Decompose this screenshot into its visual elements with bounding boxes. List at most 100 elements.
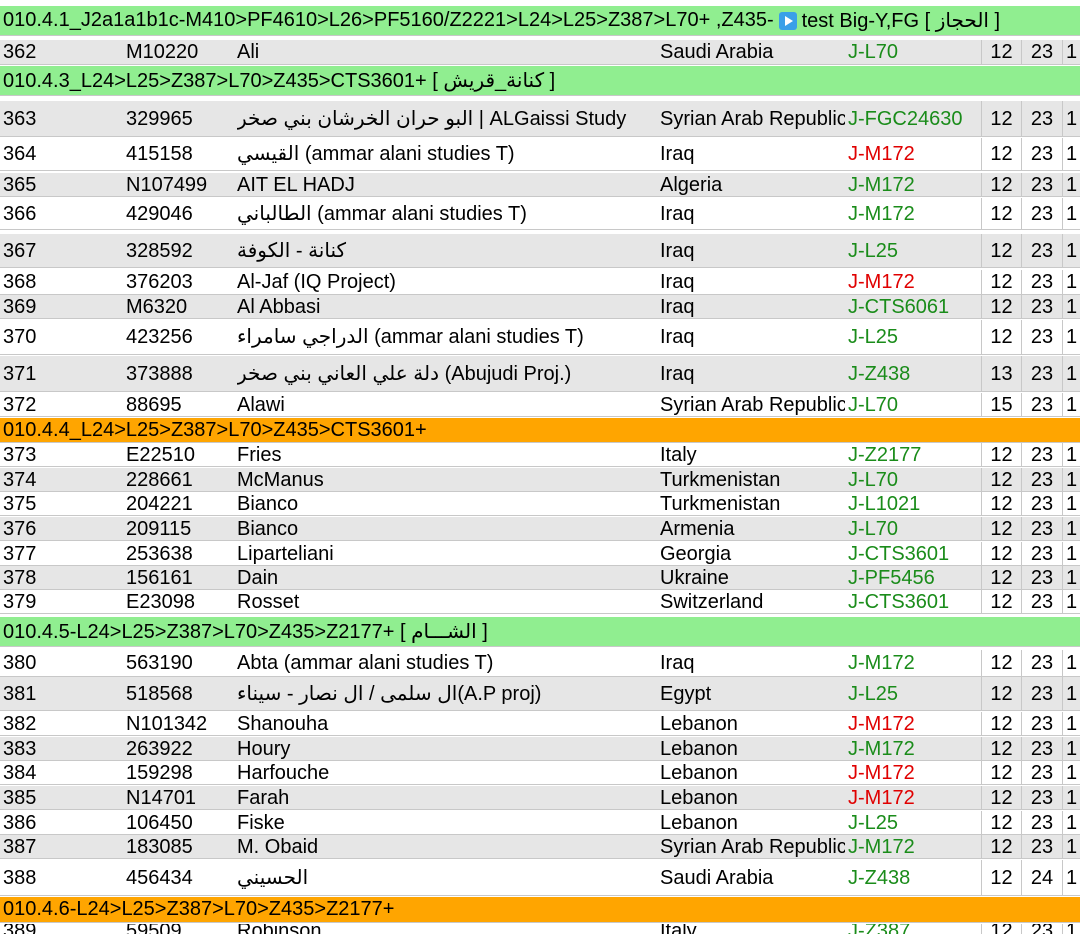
marker-c-cell[interactable]: 1 (1064, 712, 1080, 735)
kit-id-cell[interactable]: 423256 (126, 320, 232, 354)
marker-b-cell[interactable]: 23 (1022, 737, 1063, 760)
marker-c-cell[interactable]: 1 (1064, 542, 1080, 565)
table-row[interactable]: 366 429046 الطالباني (ammar alani studies … (0, 198, 1080, 230)
name-cell[interactable]: M. Obaid (237, 835, 653, 858)
haplogroup-cell[interactable]: J-CTS3601 (848, 590, 978, 613)
country-cell[interactable]: Lebanon (660, 712, 845, 735)
marker-b-cell[interactable]: 23 (1022, 173, 1063, 196)
marker-b-cell[interactable]: 23 (1022, 492, 1063, 515)
table-row[interactable]: 385 N14701 Farah Lebanon J-M172 12 23 1 (0, 786, 1080, 810)
marker-b-cell[interactable]: 23 (1022, 566, 1063, 589)
table-row[interactable]: 374 228661 McManus Turkmenistan J-L70 12 23 1 (0, 468, 1080, 492)
row-number-cell[interactable]: 375 (3, 492, 121, 515)
kit-id-cell[interactable]: 88695 (126, 393, 232, 416)
marker-c-cell[interactable]: 1 (1064, 443, 1080, 466)
marker-a-cell[interactable]: 12 (981, 811, 1022, 834)
row-number-cell[interactable]: 383 (3, 737, 121, 760)
name-cell[interactable]: الطالباني (ammar alani studies T) (237, 198, 653, 229)
marker-c-cell[interactable]: 1 (1064, 737, 1080, 760)
marker-b-cell[interactable]: 23 (1022, 356, 1063, 391)
name-cell[interactable]: Liparteliani (237, 542, 653, 565)
haplogroup-cell[interactable]: J-CTS6061 (848, 295, 978, 318)
country-cell[interactable]: Saudi Arabia (660, 860, 845, 895)
row-number-cell[interactable]: 381 (3, 677, 121, 710)
row-number-cell[interactable]: 380 (3, 650, 121, 676)
kit-id-cell[interactable]: M10220 (126, 40, 232, 64)
marker-c-cell[interactable]: 1 (1064, 924, 1080, 934)
marker-b-cell[interactable]: 23 (1022, 393, 1063, 416)
table-row[interactable]: 386 106450 Fiske Lebanon J-L25 12 23 1 (0, 811, 1080, 835)
marker-a-cell[interactable]: 12 (981, 295, 1022, 318)
marker-a-cell[interactable]: 12 (981, 650, 1022, 676)
haplogroup-cell[interactable]: J-M172 (848, 712, 978, 735)
marker-c-cell[interactable]: 1 (1064, 566, 1080, 589)
kit-id-cell[interactable]: 263922 (126, 737, 232, 760)
table-row[interactable]: 379 E23098 Rosset Switzerland J-CTS3601 12 23 1 (0, 590, 1080, 614)
table-row[interactable]: 389 59509 Robinson ItalyJ-Z38712231 (0, 924, 1080, 934)
marker-a-cell[interactable]: 12 (981, 566, 1022, 589)
kit-id-cell[interactable]: 183085 (126, 835, 232, 858)
country-cell[interactable]: Saudi Arabia (660, 40, 845, 64)
haplogroup-cell[interactable]: J-M172 (848, 835, 978, 858)
marker-b-cell[interactable]: 24 (1022, 860, 1063, 895)
name-cell[interactable]: Robinson (237, 924, 653, 934)
name-cell[interactable]: AIT EL HADJ (237, 173, 653, 196)
name-cell[interactable]: ال سلمى / ال نصار - سيناء(A.P proj) (237, 677, 653, 710)
kit-id-cell[interactable]: 253638 (126, 542, 232, 565)
name-cell[interactable]: Harfouche (237, 761, 653, 784)
kit-id-cell[interactable]: 328592 (126, 234, 232, 267)
table-row[interactable]: 375 204221 Bianco Turkmenistan J-L1021 12 23 1 (0, 492, 1080, 516)
marker-c-cell[interactable]: 1 (1064, 835, 1080, 858)
marker-c-cell[interactable]: 1 (1064, 860, 1080, 895)
marker-b-cell[interactable]: 23 (1022, 234, 1063, 267)
marker-b-cell[interactable]: 23 (1022, 101, 1063, 136)
country-cell[interactable]: Lebanon (660, 761, 845, 784)
table-row[interactable]: 367 328592 كنانة - الكوفة Iraq J-L25 12 23 1 (0, 234, 1080, 268)
row-number-cell[interactable]: 373 (3, 443, 121, 466)
table-row[interactable]: 383 263922 Houry Lebanon J-M172 12 23 1 (0, 737, 1080, 761)
table-row[interactable]: 369 M6320 Al Abbasi Iraq J-CTS6061 12 23 1 (0, 295, 1080, 319)
country-cell[interactable]: Lebanon (660, 811, 845, 834)
kit-id-cell[interactable]: 329965 (126, 101, 232, 136)
kit-id-cell[interactable]: N14701 (126, 786, 232, 809)
table-row[interactable]: 363 329965 البو حران الخرشان بني صخر | ALG… (0, 101, 1080, 137)
kit-id-cell[interactable]: 156161 (126, 566, 232, 589)
marker-a-cell[interactable]: 15 (981, 393, 1022, 416)
marker-b-cell[interactable]: 23 (1022, 320, 1063, 354)
table-row[interactable]: 382 N101342 Shanouha Lebanon J-M172 12 23 1 (0, 712, 1080, 736)
marker-c-cell[interactable]: 1 (1064, 393, 1080, 416)
name-cell[interactable]: الدراجي سامراء (ammar alani studies T) (237, 320, 653, 354)
row-number-cell[interactable]: 366 (3, 198, 121, 229)
table-row[interactable]: 376 209115 Bianco Armenia J-L70 12 23 1 (0, 517, 1080, 541)
row-number-cell[interactable]: 378 (3, 566, 121, 589)
table-row[interactable]: 388 456434 الحسيني Saudi Arabia J-Z438 12 24 1 (0, 860, 1080, 896)
row-number-cell[interactable]: 389 (3, 924, 121, 934)
marker-c-cell[interactable]: 1 (1064, 198, 1080, 229)
table-row[interactable]: 387 183085 M. Obaid Syrian Arab Republic J-M… (0, 835, 1080, 859)
table-row[interactable]: 384 159298 Harfouche Lebanon J-M172 12 23 1 (0, 761, 1080, 785)
marker-c-cell[interactable]: 1 (1064, 138, 1080, 170)
marker-b-cell[interactable]: 23 (1022, 138, 1063, 170)
country-cell[interactable]: Italy (660, 924, 845, 934)
marker-a-cell[interactable]: 12 (981, 835, 1022, 858)
haplogroup-cell[interactable]: J-CTS3601 (848, 542, 978, 565)
marker-c-cell[interactable]: 1 (1064, 650, 1080, 676)
row-number-cell[interactable]: 372 (3, 393, 121, 416)
kit-id-cell[interactable]: E22510 (126, 443, 232, 466)
kit-id-cell[interactable]: 228661 (126, 468, 232, 491)
row-number-cell[interactable]: 385 (3, 786, 121, 809)
table-row[interactable]: 380 563190 Abta (ammar alani studies T) Ira… (0, 650, 1080, 677)
marker-b-cell[interactable]: 23 (1022, 198, 1063, 229)
kit-id-cell[interactable]: 204221 (126, 492, 232, 515)
row-number-cell[interactable]: 374 (3, 468, 121, 491)
country-cell[interactable]: Iraq (660, 320, 845, 354)
kit-id-cell[interactable]: 376203 (126, 270, 232, 294)
haplogroup-cell[interactable]: J-FGC24630 (848, 101, 978, 136)
marker-a-cell[interactable]: 12 (981, 234, 1022, 267)
marker-c-cell[interactable]: 1 (1064, 356, 1080, 391)
marker-a-cell[interactable]: 12 (981, 712, 1022, 735)
row-number-cell[interactable]: 382 (3, 712, 121, 735)
kit-id-cell[interactable]: M6320 (126, 295, 232, 318)
name-cell[interactable]: كنانة - الكوفة (237, 234, 653, 267)
haplogroup-cell[interactable]: J-L25 (848, 811, 978, 834)
